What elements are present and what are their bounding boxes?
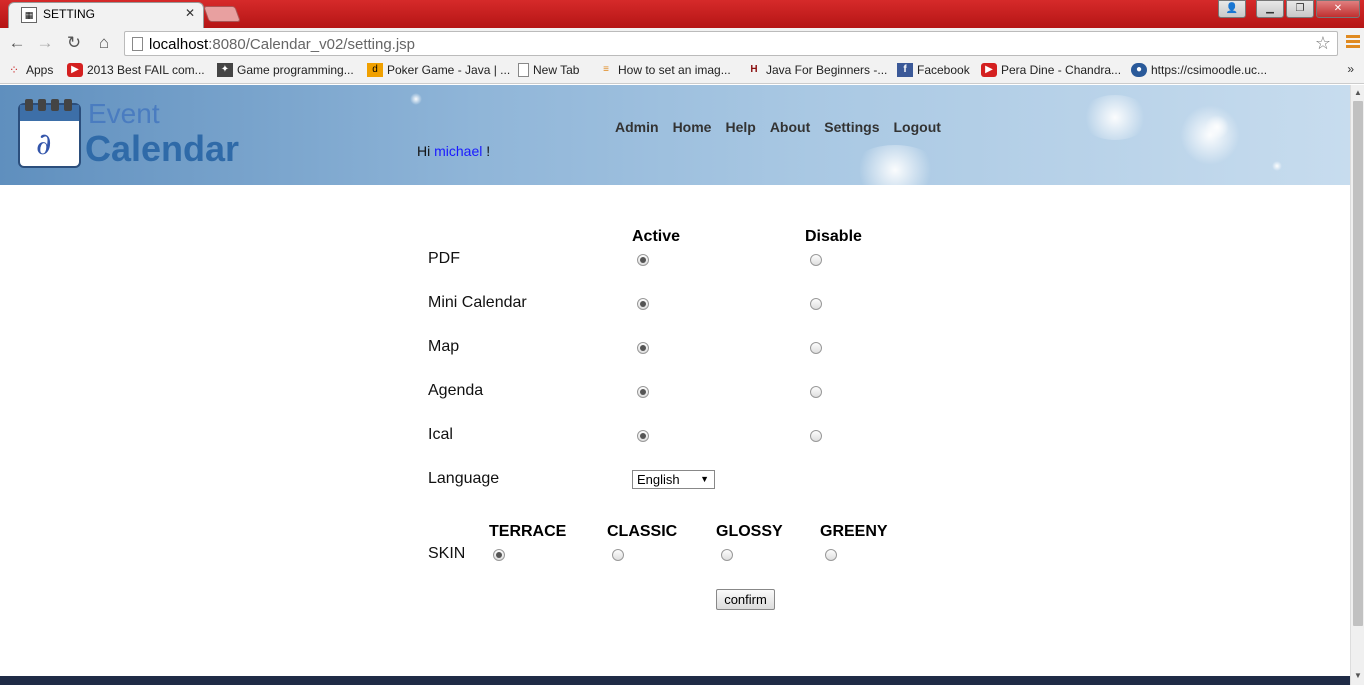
decorative-sparkle [1272,161,1282,171]
url-text: localhost:8080/Calendar_v02/setting.jsp [149,36,416,53]
page-footer [0,676,1350,685]
skin-header-classic: CLASSIC [607,523,678,540]
scroll-up-icon[interactable]: ▲ [1354,88,1362,97]
skin-classic-radio[interactable] [612,549,624,561]
decorative-dandelion [850,145,940,185]
agenda-disable-radio[interactable] [810,386,822,398]
decorative-dandelion [1080,95,1150,140]
new-tab-button[interactable] [203,6,241,22]
bookmark-item[interactable]: ▶ 2013 Best FAIL com... [67,63,205,77]
page-favicon-icon: ▦ [21,7,37,23]
setting-label-ical: Ical [428,426,453,443]
map-active-radio[interactable] [637,342,649,354]
tab-close-icon[interactable]: ✕ [185,6,195,20]
bookmark-item[interactable]: ▶ Pera Dine - Chandra... [981,63,1121,77]
bookmark-item[interactable]: H Java For Beginners -... [746,63,887,77]
stackoverflow-icon: ≡ [603,64,609,75]
tab-title: SETTING [43,7,96,21]
bookmark-star-icon[interactable]: ☆ [1315,33,1331,54]
skin-greeny-radio[interactable] [825,549,837,561]
language-selected-value: English [637,472,680,487]
ical-active-radio[interactable] [637,430,649,442]
site-header: ∂ Event Calendar Hi michael ! Admin Home… [0,85,1350,185]
main-menu: Admin Home Help About Settings Logout [615,119,955,135]
youtube-icon: ▶ [981,63,997,77]
pdf-active-radio[interactable] [637,254,649,266]
user-profile-icon[interactable]: 👤 [1218,0,1246,18]
setting-label-mini-calendar: Mini Calendar [428,294,527,311]
home-icon[interactable]: ⌂ [93,32,115,54]
dzone-icon: d [367,63,383,77]
apps-grid-icon: ⁘ [8,63,20,77]
bookmark-item[interactable]: ✦ Game programming... [217,63,354,77]
bookmark-item[interactable]: ⁘ Apps [6,63,53,77]
username-link[interactable]: michael [434,143,482,159]
column-header-active: Active [632,228,681,245]
calendar-logo-icon[interactable]: ∂ [18,99,81,168]
scroll-thumb[interactable] [1353,101,1363,626]
confirm-button[interactable]: confirm [716,589,775,610]
setting-label-skin: SKIN [428,545,466,562]
map-disable-radio[interactable] [810,342,822,354]
agenda-active-radio[interactable] [637,386,649,398]
scroll-down-icon[interactable]: ▼ [1354,671,1362,680]
mini-calendar-active-radio[interactable] [637,298,649,310]
skin-header-glossy: GLOSSY [716,523,783,540]
logo-calendar-text: Calendar [85,128,240,169]
skin-glossy-radio[interactable] [721,549,733,561]
setting-label-pdf: PDF [428,250,460,267]
dropdown-arrow-icon: ▼ [700,474,709,484]
menu-home[interactable]: Home [673,119,712,135]
skin-terrace-radio[interactable] [493,549,505,561]
skin-header-terrace: TERRACE [489,523,567,540]
menu-settings[interactable]: Settings [824,119,879,135]
game-icon: ✦ [217,63,233,77]
bookmark-item[interactable]: d Poker Game - Java | ... [367,63,510,77]
hl-icon: H [750,64,758,75]
bookmark-item[interactable]: f Facebook [897,63,970,77]
bookmarks-bar: ⁘ Apps ▶ 2013 Best FAIL com... ✦ Game progr… [0,58,1364,84]
setting-label-agenda: Agenda [428,382,484,399]
greeting: Hi michael ! [417,143,491,159]
address-bar[interactable]: localhost:8080/Calendar_v02/setting.jsp … [124,31,1338,56]
skin-header-greeny: GREENY [820,523,888,540]
column-header-disable: Disable [805,228,862,245]
moodle-icon: ● [1131,63,1147,77]
language-select[interactable]: English ▼ [632,470,715,489]
browser-toolbar: ← → ↻ ⌂ localhost:8080/Calendar_v02/sett… [0,28,1364,58]
setting-label-map: Map [428,338,460,355]
menu-admin[interactable]: Admin [615,119,659,135]
youtube-icon: ▶ [67,63,83,77]
bookmark-item[interactable]: ≡ How to set an imag... [598,63,731,77]
close-window-icon[interactable]: ✕ [1316,0,1360,18]
forward-arrow-icon[interactable]: → [34,32,56,54]
menu-about[interactable]: About [770,119,810,135]
back-arrow-icon[interactable]: ← [6,32,28,54]
chrome-menu-icon[interactable] [1346,35,1360,49]
ical-disable-radio[interactable] [810,430,822,442]
page-scrollbar[interactable]: ▲ ▼ [1350,85,1364,685]
browser-tab[interactable]: ▦ SETTING ✕ [8,2,204,28]
decorative-sparkle [410,93,422,105]
page-icon [132,37,143,51]
menu-help[interactable]: Help [725,119,755,135]
setting-label-language: Language [428,470,500,487]
menu-logout[interactable]: Logout [893,119,940,135]
pdf-disable-radio[interactable] [810,254,822,266]
browser-titlebar: ▦ SETTING ✕ 👤 ▁ ❐ ✕ [0,0,1364,28]
page-icon [518,63,529,77]
maximize-icon[interactable]: ❐ [1286,0,1314,18]
reload-icon[interactable]: ↻ [63,32,85,54]
minimize-icon[interactable]: ▁ [1256,0,1284,18]
logo-event-text: Event [88,98,160,129]
bookmark-item[interactable]: New Tab [518,63,579,77]
window-controls: 👤 ▁ ❐ ✕ [1218,0,1360,18]
bookmark-item[interactable]: ● https://csimoodle.uc... [1131,63,1267,77]
facebook-icon: f [897,63,913,77]
bookmarks-more-icon[interactable]: » [1347,62,1354,76]
mini-calendar-disable-radio[interactable] [810,298,822,310]
decorative-sparkle [1205,115,1229,139]
